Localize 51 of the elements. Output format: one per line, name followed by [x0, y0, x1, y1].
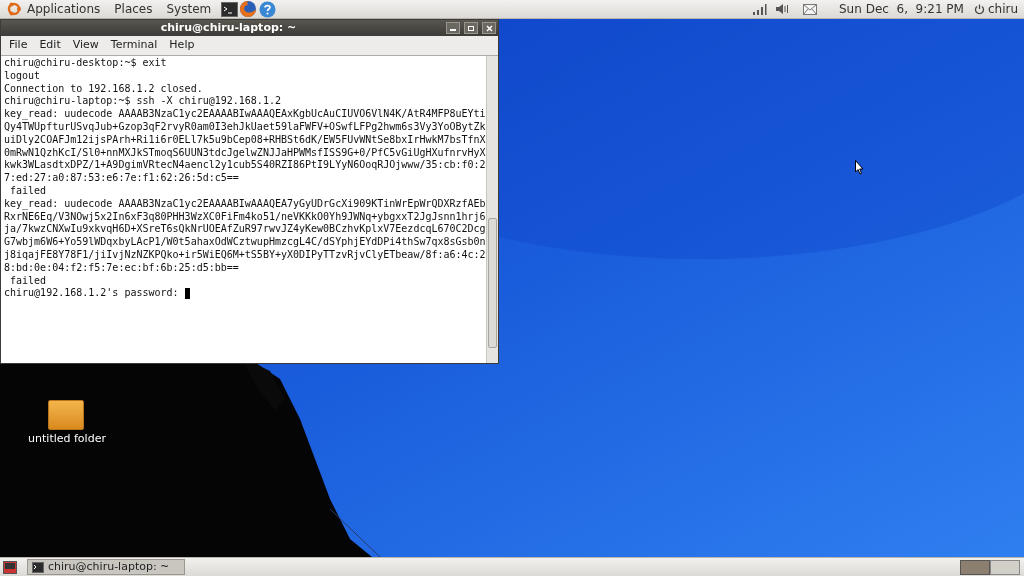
terminal-line: key_read: uudecode AAAAB3NzaC1yc2EAAAABIwAAAQEAxKgbUcAuCIUVO6VlN4K/AtR4MFP8uEYti — [4, 108, 486, 121]
mouse-pointer-icon — [855, 160, 864, 175]
clock[interactable]: Sun Dec 6, 9:21 PM — [839, 0, 964, 18]
help-icon[interactable] — [259, 0, 277, 18]
terminal-line: key_read: uudecode AAAAB3NzaC1yc2EAAAABIwAAAQEA7yGyUDrGcXi909KTinWrEpWrQDXRzfAEb — [4, 197, 486, 211]
terminal-line: 8:bd:0e:04:f2:f5:7e:ec:bf:6b:25:d5:bb== — [4, 261, 239, 275]
maximize-button[interactable] — [464, 22, 478, 34]
menu-item[interactable]: Edit — [39, 37, 61, 54]
minimize-button[interactable] — [446, 22, 460, 34]
terminal-line: ja/7kwzCNXwIu9xkvqH6D+XSreT6sQkNrUOEAfZuR97rwvJZ4yKew0BCzhvKplxV7EezdcqL670C2Dcg — [4, 223, 486, 237]
browser-icon[interactable] — [239, 0, 258, 18]
workspace-button[interactable] — [960, 559, 990, 575]
close-icon — [485, 24, 493, 32]
workspace-button[interactable] — [990, 559, 1020, 575]
terminal-line: G7wbjm6W6+Yo59lWDqxbyLAcP1/W0t5ahaxOdWCztwupHmzcgL4C/dSYphjEYdDPi4thSw7qx8sGsb0n — [4, 236, 486, 249]
menu-item[interactable]: File — [9, 37, 28, 54]
user-name[interactable]: chiru — [987, 0, 1018, 18]
terminal-line: chiru@chiru-desktop:~$ exit — [4, 57, 167, 70]
close-button[interactable] — [482, 22, 496, 34]
terminal-icon — [32, 561, 44, 573]
terminal-line: logout — [4, 69, 41, 83]
terminal-line: 0mRwN1QzhKcI/Sl0+nnMXJkSTmoqS6UUN3tdcJgelwZNJJaHPWMsfISS9G+0/PfC5vGiUgHXufnrvHyX — [4, 146, 486, 160]
menu-item[interactable]: Terminal — [110, 37, 158, 54]
taskbar-button[interactable]: chiru@chiru-laptop: ~ — [27, 559, 185, 575]
terminal-line: chiru@chiru-laptop:~$ ssh -X chiru@192.168.1.2 — [4, 95, 281, 109]
terminal-line: failed — [9, 274, 47, 288]
terminal-line: failed — [9, 184, 47, 198]
scrollbar-thumb[interactable] — [487, 218, 497, 348]
terminal-line: j8iqajFE8Y78F1/jiIvjNzNZKPQko+ir5WiEQ6M+tS5BY+yX0DIPyTTzvRjvClyETbeaw/8f:a6:4c:2 — [4, 248, 486, 262]
terminal-line: Connection to 192.168.1.2 closed. — [4, 82, 203, 96]
mail-icon[interactable] — [803, 3, 817, 15]
power-icon[interactable] — [973, 3, 985, 15]
window-title: chiru@chiru-laptop: ~ — [159, 19, 298, 36]
terminal-line: uiDly2COAFJm12ijsPArh+Ri1i6r0ELl7k5u9bCep08+RHBSt6dK/EW5FUvWNtSe8bxIrHwkM7bsTfnX — [4, 133, 486, 147]
terminal-line: 7:ed:27:a0:87:53:e6:7e:f1:62:26:5d:c5== — [4, 172, 239, 185]
terminal-line: chiru@192.168.1.2's password: — [4, 287, 180, 301]
volume-icon[interactable] — [775, 3, 789, 15]
panel-menu[interactable]: Places — [114, 0, 153, 18]
panel-menu[interactable]: System — [166, 0, 212, 18]
panel-menu[interactable]: Applications — [27, 0, 101, 18]
terminal-line: RxrNE6Eq/V3NOwj5x2In6xF3q80PHH3WzXC0FiFm4ko51/neVKKkO0Yh9JWNq+ybgxxT2JgJsnn1hrj6 — [4, 210, 486, 224]
terminal-icon[interactable] — [221, 1, 239, 17]
signal-icon[interactable] — [751, 3, 767, 15]
menu-item[interactable]: View — [72, 37, 99, 54]
show-desktop-icon[interactable] — [3, 560, 17, 574]
desktop-icon-label[interactable]: untitled folder — [26, 431, 108, 448]
menu-item[interactable]: Help — [169, 37, 195, 54]
terminal-line: kwk3WLasdtxDPZ/1+A9DgimVRtecN4aencl2y1cub5S40RZI86PtI9LYyN6OoqRJOjwww/35:cb:f0:2 — [4, 159, 486, 173]
terminal-line: Qy4TWUpfturUSvqJub+Gzop3qF2rvyR0am0I3ehJkUaet59laFWFV+OSwfLFPg2hwm6s3Vy3YoOBytZk — [4, 121, 486, 134]
logo-icon[interactable] — [6, 1, 22, 17]
scrollbar[interactable] — [485, 56, 498, 363]
